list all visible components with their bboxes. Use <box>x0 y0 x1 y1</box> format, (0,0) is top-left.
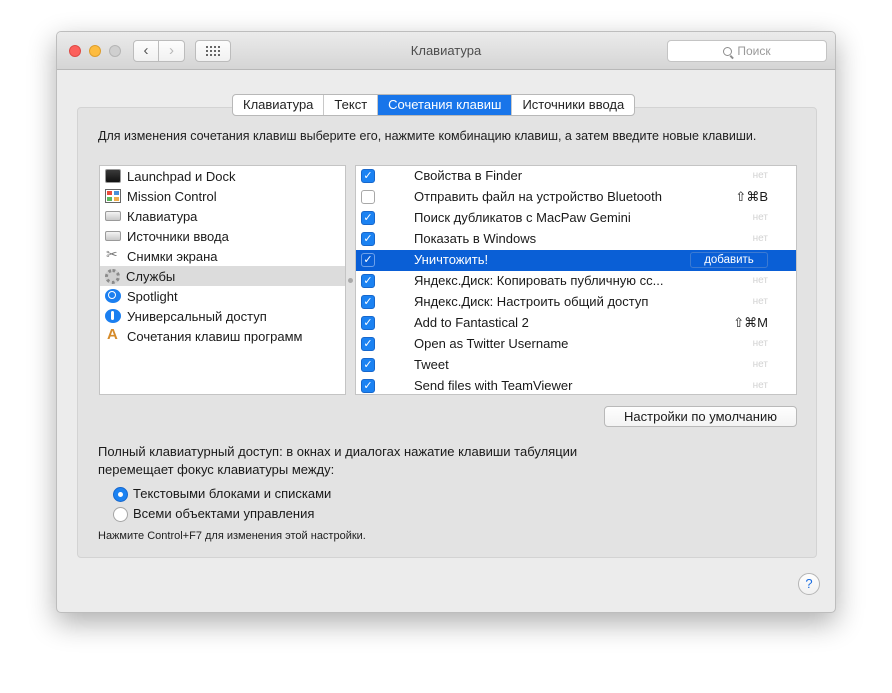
enable-checkbox[interactable]: ✓ <box>361 232 375 246</box>
category-label: Источники ввода <box>127 228 229 244</box>
shortcut-row[interactable]: Отправить файл на устройство Bluetooth ⇧⌘… <box>356 187 796 208</box>
enable-checkbox[interactable]: ✓ <box>361 379 375 393</box>
shortcut-row[interactable]: ✓ Tweet нет <box>356 355 796 376</box>
shortcut-row[interactable]: ✓ Яндекс.Диск: Копировать публичную сс...… <box>356 271 796 292</box>
shortcut-row[interactable]: ✓ Яндекс.Диск: Настроить общий доступ нет <box>356 292 796 313</box>
full-access-line-1: Полный клавиатурный доступ: в окнах и ди… <box>98 444 578 459</box>
keyboard-icon <box>105 231 121 241</box>
shortcut-label: Яндекс.Диск: Копировать публичную сс... <box>414 273 664 288</box>
shortcut-label: Open as Twitter Username <box>414 336 569 351</box>
radio-label: Всеми объектами управления <box>133 506 315 521</box>
shortcut-row[interactable]: ✓ Показать в Windows нет <box>356 229 796 250</box>
category-label: Службы <box>126 268 176 284</box>
category-services[interactable]: Службы <box>100 266 345 286</box>
category-label: Клавиатура <box>127 208 198 224</box>
category-app-shortcuts[interactable]: Сочетания клавиш программ <box>100 326 345 346</box>
shortcut-row[interactable]: ✓ Send files with TeamViewer нет <box>356 376 796 394</box>
enable-checkbox[interactable]: ✓ <box>361 169 375 183</box>
search-placeholder: Поиск <box>737 44 771 58</box>
category-input-sources[interactable]: Источники ввода <box>100 226 345 246</box>
tab-input-sources[interactable]: Источники ввода <box>512 95 634 115</box>
category-accessibility[interactable]: Универсальный доступ <box>100 306 345 326</box>
shortcut-row[interactable]: ✓ Add to Fantastical 2 ⇧⌘M <box>356 313 796 334</box>
shortcut-row[interactable]: ✓ Свойства в Finder нет <box>356 166 796 187</box>
category-label: Снимки экрана <box>127 248 218 264</box>
gear-icon <box>105 268 120 284</box>
enable-checkbox[interactable]: ✓ <box>361 358 375 372</box>
shortcut-key: ⇧⌘M <box>733 315 768 330</box>
control-f7-hint: Нажмите Control+F7 для изменения этой на… <box>98 530 366 542</box>
add-shortcut-button[interactable]: добавить <box>690 252 768 268</box>
enable-checkbox[interactable]: ✓ <box>361 295 375 309</box>
enable-checkbox[interactable] <box>361 190 375 204</box>
full-access-line-2: перемещает фокус клавиатуры между: <box>98 462 335 477</box>
restore-defaults-button[interactable]: Настройки по умолчанию <box>604 406 797 427</box>
shortcut-list: ✓ Свойства в Finder нет Отправить файл на … <box>355 165 797 395</box>
radio-all-controls[interactable]: Всеми объектами управления <box>113 505 314 523</box>
shortcut-label: Send files with TeamViewer <box>414 378 573 393</box>
shortcut-key: нет <box>752 380 768 391</box>
shortcut-row[interactable]: ✓ Open as Twitter Username нет <box>356 334 796 355</box>
radio-label: Текстовыми блоками и списками <box>133 486 332 501</box>
shortcut-label: Яндекс.Диск: Настроить общий доступ <box>414 294 649 309</box>
category-label: Универсальный доступ <box>127 308 267 324</box>
shortcut-key: ⇧⌘B <box>735 189 768 204</box>
accessibility-icon <box>105 309 121 323</box>
category-label: Сочетания клавиш программ <box>127 328 303 344</box>
title-bar: ‹ › Клавиатура Поиск <box>57 32 835 70</box>
tab-bar: Клавиатура Текст Сочетания клавиш Источн… <box>232 94 636 116</box>
tab-shortcuts[interactable]: Сочетания клавиш <box>378 95 513 115</box>
category-mission-control[interactable]: Mission Control <box>100 186 345 206</box>
category-screenshots[interactable]: Снимки экрана <box>100 246 345 266</box>
full-keyboard-access-text: Полный клавиатурный доступ: в окнах и ди… <box>98 443 698 479</box>
preferences-window: ‹ › Клавиатура Поиск Клавиатура Текст Со… <box>56 31 836 613</box>
help-button[interactable]: ? <box>798 573 820 595</box>
shortcut-row-selected[interactable]: ✓ Уничтожить! добавить <box>356 250 796 271</box>
shortcut-key: нет <box>752 359 768 370</box>
shortcut-key: нет <box>752 212 768 223</box>
category-label: Spotlight <box>127 288 178 304</box>
category-spotlight[interactable]: Spotlight <box>100 286 345 306</box>
enable-checkbox[interactable]: ✓ <box>361 274 375 288</box>
spotlight-icon <box>105 289 121 303</box>
shortcut-label: Уничтожить! <box>414 252 489 267</box>
enable-checkbox[interactable]: ✓ <box>361 211 375 225</box>
search-icon <box>723 47 733 56</box>
category-label: Mission Control <box>127 188 217 204</box>
shortcut-label: Свойства в Finder <box>414 168 523 183</box>
tab-keyboard[interactable]: Клавиатура <box>233 95 325 115</box>
shortcut-key: нет <box>752 275 768 286</box>
category-list: Launchpad и Dock Mission Control Клавиат… <box>99 165 346 395</box>
category-label: Launchpad и Dock <box>127 168 236 184</box>
shortcut-key: нет <box>752 296 768 307</box>
screenshot-icon <box>105 246 121 263</box>
shortcut-row[interactable]: ✓ Поиск дубликатов с MacPaw Gemini нет <box>356 208 796 229</box>
enable-checkbox[interactable]: ✓ <box>361 337 375 351</box>
shortcut-label: Показать в Windows <box>414 231 537 246</box>
radio-button[interactable] <box>113 506 128 522</box>
shortcuts-description: Для изменения сочетания клавиш выберите … <box>98 129 757 143</box>
app-shortcuts-icon <box>105 326 121 343</box>
enable-checkbox[interactable]: ✓ <box>361 253 375 267</box>
category-keyboard[interactable]: Клавиатура <box>100 206 345 226</box>
shortcut-label: Add to Fantastical 2 <box>414 315 529 330</box>
keyboard-icon <box>105 211 121 221</box>
shortcut-key: нет <box>752 170 768 181</box>
category-launchpad[interactable]: Launchpad и Dock <box>100 166 345 186</box>
shortcut-label: Отправить файл на устройство Bluetooth <box>414 189 662 204</box>
tab-text[interactable]: Текст <box>324 95 379 115</box>
shortcut-key: нет <box>752 338 768 349</box>
mission-control-icon <box>105 189 121 203</box>
shortcut-label: Tweet <box>414 357 449 372</box>
launchpad-icon <box>105 169 121 183</box>
split-view-handle[interactable] <box>348 278 353 283</box>
radio-button-selected[interactable] <box>113 486 128 502</box>
shortcut-label: Поиск дубликатов с MacPaw Gemini <box>414 210 631 225</box>
enable-checkbox[interactable]: ✓ <box>361 316 375 330</box>
search-field[interactable]: Поиск <box>667 40 827 62</box>
radio-text-boxes[interactable]: Текстовыми блоками и списками <box>113 485 331 503</box>
shortcut-key: нет <box>752 233 768 244</box>
